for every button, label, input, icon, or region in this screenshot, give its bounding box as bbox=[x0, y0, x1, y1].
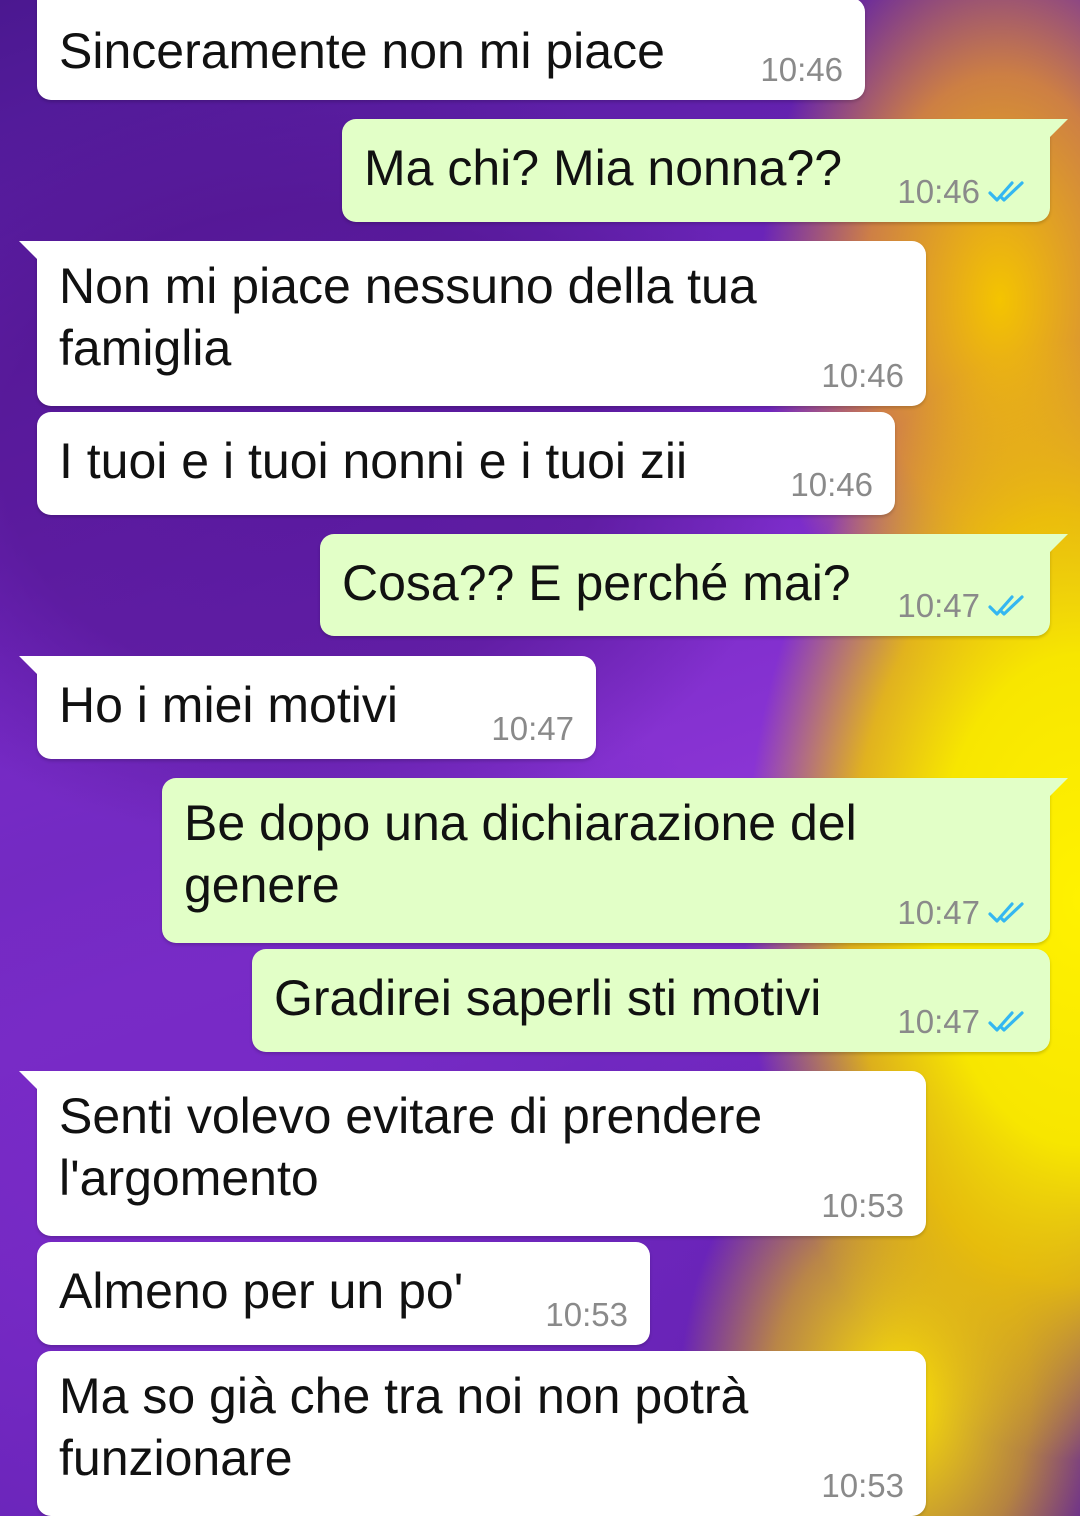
incoming-message[interactable]: Almeno per un po' 10:53 bbox=[37, 1242, 650, 1345]
message-time: 10:47 bbox=[897, 587, 980, 624]
message-time: 10:53 bbox=[545, 1296, 628, 1333]
incoming-message[interactable]: Ma so già che tra noi non potrà funziona… bbox=[37, 1351, 926, 1516]
message-meta: 10:47 bbox=[897, 1004, 1028, 1040]
message-time: 10:46 bbox=[790, 466, 873, 503]
incoming-message[interactable]: Sinceramente non mi piace 10:46 bbox=[37, 0, 865, 100]
outgoing-message[interactable]: Be dopo una dichiarazione del genere 10:… bbox=[162, 778, 1068, 943]
chat-message-list[interactable]: Sinceramente non mi piace 10:46 Ma chi? … bbox=[0, 0, 1080, 1516]
message-text: I tuoi e i tuoi nonni e i tuoi zii bbox=[59, 433, 688, 489]
message-time: 10:46 bbox=[821, 357, 904, 394]
double-check-read-icon bbox=[988, 1009, 1028, 1035]
message-time: 10:53 bbox=[821, 1187, 904, 1224]
outgoing-message[interactable]: Ma chi? Mia nonna?? 10:46 bbox=[342, 119, 1068, 222]
message-time: 10:47 bbox=[491, 710, 574, 747]
message-meta: 10:46 bbox=[897, 174, 1028, 210]
double-check-read-icon bbox=[988, 593, 1028, 619]
message-time: 10:47 bbox=[897, 1003, 980, 1040]
incoming-message[interactable]: I tuoi e i tuoi nonni e i tuoi zii 10:46 bbox=[37, 412, 895, 515]
message-meta: 10:47 bbox=[897, 588, 1028, 624]
message-text: Almeno per un po' bbox=[59, 1263, 464, 1319]
incoming-message[interactable]: Senti volevo evitare di prendere l'argom… bbox=[19, 1071, 926, 1236]
message-time: 10:47 bbox=[897, 894, 980, 931]
message-text: Non mi piace nessuno della tua famiglia bbox=[59, 258, 771, 376]
message-meta: 10:47 bbox=[491, 711, 574, 747]
message-meta: 10:47 bbox=[897, 895, 1028, 931]
outgoing-message[interactable]: Gradirei saperli sti motivi 10:47 bbox=[252, 949, 1050, 1052]
message-text: Be dopo una dichiarazione del genere bbox=[184, 795, 871, 913]
message-meta: 10:46 bbox=[790, 467, 873, 503]
message-meta: 10:53 bbox=[821, 1468, 904, 1504]
message-meta: 10:53 bbox=[545, 1297, 628, 1333]
message-meta: 10:46 bbox=[821, 358, 904, 394]
message-text: Senti volevo evitare di prendere l'argom… bbox=[59, 1088, 777, 1206]
message-meta: 10:53 bbox=[821, 1188, 904, 1224]
incoming-message[interactable]: Non mi piace nessuno della tua famiglia … bbox=[19, 241, 926, 406]
double-check-read-icon bbox=[988, 179, 1028, 205]
outgoing-message[interactable]: Cosa?? E perché mai? 10:47 bbox=[320, 534, 1068, 636]
message-text: Sinceramente non mi piace bbox=[59, 23, 665, 79]
message-time: 10:53 bbox=[821, 1467, 904, 1504]
double-check-read-icon bbox=[988, 900, 1028, 926]
message-time: 10:46 bbox=[897, 173, 980, 210]
incoming-message[interactable]: Ho i miei motivi 10:47 bbox=[19, 656, 596, 759]
message-meta: 10:46 bbox=[760, 52, 843, 88]
message-text: Ma so già che tra noi non potrà funziona… bbox=[59, 1368, 763, 1486]
message-time: 10:46 bbox=[760, 51, 843, 88]
